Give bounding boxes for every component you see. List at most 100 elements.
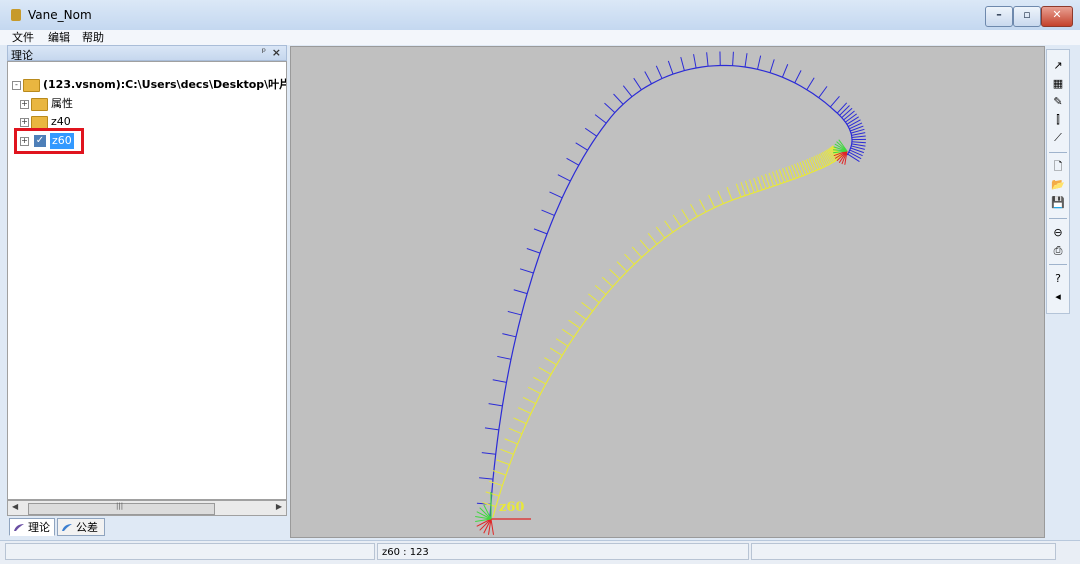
tab-label: 公差: [76, 521, 98, 534]
normal-tick: [634, 78, 642, 90]
normal-tick: [851, 133, 865, 136]
pen-icon[interactable]: ✎: [1051, 95, 1065, 109]
layer-icon[interactable]: ⊖: [1051, 226, 1065, 240]
normal-tick: [567, 158, 579, 165]
normal-tick: [582, 302, 593, 311]
right-toolbar: ↗ ▦ ✎ ⫿ ⟋ 🗋 📂 💾 ⊖ ⎙? ◂: [1046, 49, 1070, 314]
normal-tick: [648, 233, 657, 244]
window-title: Vane_Nom: [28, 8, 92, 22]
curve-icon[interactable]: ↗: [1051, 59, 1065, 73]
normal-tick: [485, 428, 499, 430]
normal-tick: [588, 294, 599, 303]
normal-tick: [769, 173, 774, 186]
maximize-icon: ▫: [1014, 8, 1040, 21]
tree-item-label: 属性: [51, 96, 73, 112]
normal-tick: [645, 72, 652, 84]
normal-tick: [549, 192, 562, 198]
normal-tick: [514, 418, 527, 424]
section-label: z60: [499, 500, 524, 515]
blade-icon: [13, 523, 25, 532]
normal-tick: [656, 227, 664, 238]
normal-tick: [809, 158, 814, 171]
status-bar: z60 : 123: [0, 540, 1080, 564]
normal-tick: [665, 221, 673, 232]
normal-tick: [544, 358, 556, 365]
save-icon[interactable]: 💾: [1051, 196, 1065, 210]
panel-header: 理论 ᵖ ×: [7, 45, 287, 61]
normal-tick: [668, 61, 673, 74]
expander-icon[interactable]: +: [20, 100, 29, 109]
maximize-button[interactable]: ▫: [1013, 6, 1041, 27]
normal-tick: [562, 329, 574, 337]
normal-tick: [528, 387, 540, 393]
normal-tick: [569, 320, 580, 328]
scroll-left-icon[interactable]: ◀: [12, 502, 18, 511]
pin-icon[interactable]: ᵖ: [262, 47, 266, 58]
normal-tick: [805, 160, 810, 173]
normal-tick: [754, 178, 758, 191]
normal-tick: [807, 159, 812, 172]
normal-tick: [745, 53, 747, 67]
expander-icon[interactable]: -: [12, 81, 21, 90]
help-icon[interactable]: ?: [1051, 272, 1065, 286]
drawing-canvas[interactable]: z60: [290, 46, 1045, 538]
folder-icon: [23, 79, 40, 92]
menu-edit[interactable]: 编辑: [48, 30, 70, 45]
normal-tick: [595, 115, 606, 124]
status-field-right: [751, 543, 1056, 560]
minimize-icon: –: [986, 8, 1012, 21]
tab-label: 理论: [28, 521, 50, 534]
open-folder-icon[interactable]: 📂: [1051, 178, 1065, 192]
normal-tick: [489, 481, 502, 485]
tab-theory[interactable]: 理论: [9, 518, 55, 536]
normal-tick: [682, 209, 689, 221]
normal-tick: [502, 334, 516, 337]
normal-tick: [518, 408, 531, 414]
arrow-left-icon[interactable]: ◂: [1051, 290, 1065, 304]
normal-tick: [556, 339, 568, 347]
mirror-icon[interactable]: ⫿: [1051, 113, 1065, 127]
normal-tick: [479, 478, 493, 479]
normal-tick: [718, 191, 723, 204]
line-icon[interactable]: ⟋: [1051, 131, 1065, 145]
normal-tick: [604, 103, 614, 112]
normal-tick: [758, 56, 761, 70]
color-grid-icon[interactable]: ▦: [1051, 77, 1065, 91]
normal-tick: [691, 204, 698, 216]
normal-tick: [533, 377, 545, 384]
normal-tick: [500, 449, 513, 454]
new-file-icon[interactable]: 🗋: [1051, 160, 1065, 174]
menu-file[interactable]: 文件: [12, 30, 34, 45]
panel-close-icon[interactable]: ×: [272, 46, 281, 59]
scroll-grip: |||: [116, 502, 123, 510]
menu-help[interactable]: 帮助: [82, 30, 104, 45]
normal-tick: [849, 123, 862, 129]
horizontal-scrollbar[interactable]: ◀ ||| ▶: [7, 500, 287, 516]
normal-tick: [576, 143, 588, 150]
tab-tolerance[interactable]: 公差: [57, 518, 105, 536]
app-icon: [11, 9, 21, 21]
normal-tick: [496, 460, 509, 465]
normal-tick: [681, 57, 685, 71]
expander-icon[interactable]: +: [20, 118, 29, 127]
normal-tick: [623, 86, 632, 97]
normal-tick: [850, 150, 863, 156]
normal-tick: [542, 210, 555, 215]
normal-tick: [782, 64, 787, 77]
normal-tick: [709, 195, 715, 208]
normal-tick: [844, 111, 855, 120]
normal-tick: [707, 52, 708, 66]
normal-tick: [514, 290, 527, 294]
toolbar-separator: [1049, 152, 1067, 153]
scroll-right-icon[interactable]: ▶: [276, 502, 282, 511]
close-button[interactable]: ✕: [1041, 6, 1073, 27]
normal-tick: [493, 471, 506, 476]
normal-tick: [773, 172, 778, 185]
normal-tick: [527, 248, 540, 253]
print-icon[interactable]: ⎙: [1051, 244, 1065, 258]
normal-tick: [727, 187, 732, 200]
pressure-side-normals: [483, 146, 843, 507]
status-field-center: z60 : 123: [377, 543, 749, 560]
minimize-button[interactable]: –: [985, 6, 1013, 27]
normal-tick: [848, 120, 860, 127]
